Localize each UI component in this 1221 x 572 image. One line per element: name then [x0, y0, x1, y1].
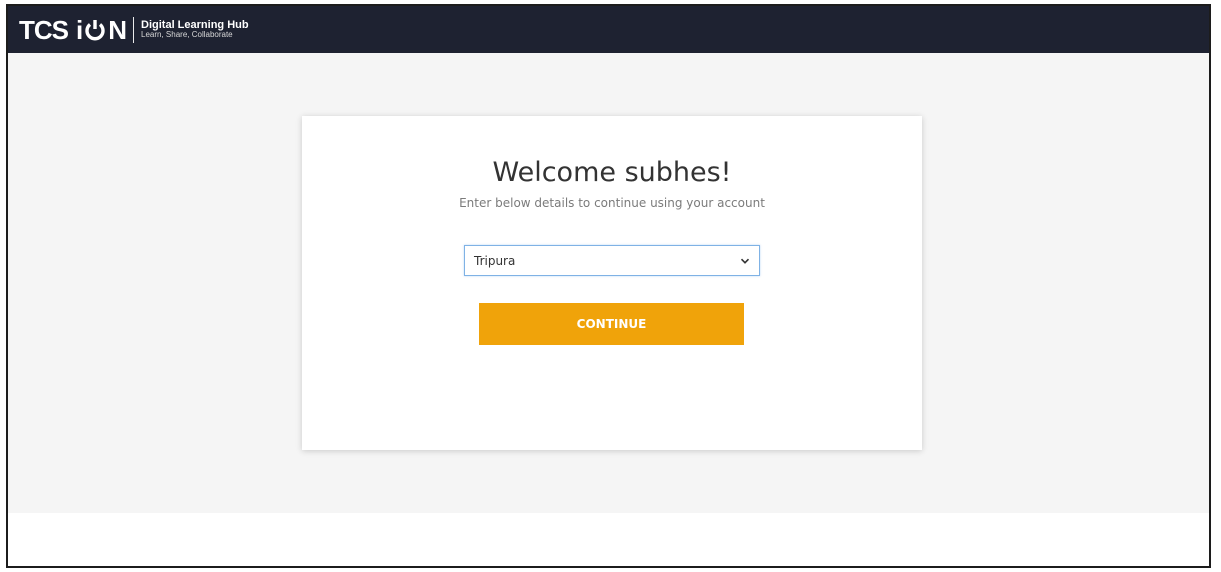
logo-ion: i N	[76, 14, 127, 45]
logo-n-text: N	[108, 14, 127, 45]
logo-i-text: i	[76, 14, 83, 45]
welcome-subtitle: Enter below details to continue using yo…	[459, 196, 765, 210]
logo-tcs-text: TCS	[19, 14, 69, 45]
continue-button[interactable]: CONTINUE	[479, 303, 744, 345]
logo-text: Digital Learning Hub Learn, Share, Colla…	[141, 19, 249, 40]
logo[interactable]: TCS i N Digital Learning Hub Learn, Shar…	[19, 14, 249, 45]
logo-divider	[133, 16, 135, 43]
welcome-heading: Welcome subhes!	[492, 157, 732, 188]
top-navbar: TCS i N Digital Learning Hub Learn, Shar…	[8, 6, 1209, 53]
power-icon	[85, 19, 105, 40]
logo-mark: TCS i N	[19, 14, 127, 45]
browser-frame: TCS i N Digital Learning Hub Learn, Shar…	[6, 4, 1211, 568]
chevron-down-icon	[740, 258, 750, 264]
state-select-value: Tripura	[474, 253, 516, 268]
welcome-card: Welcome subhes! Enter below details to c…	[302, 116, 922, 450]
main-content: Welcome subhes! Enter below details to c…	[8, 53, 1209, 513]
state-select[interactable]: Tripura	[464, 245, 760, 276]
logo-tagline: Learn, Share, Collaborate	[141, 30, 233, 40]
